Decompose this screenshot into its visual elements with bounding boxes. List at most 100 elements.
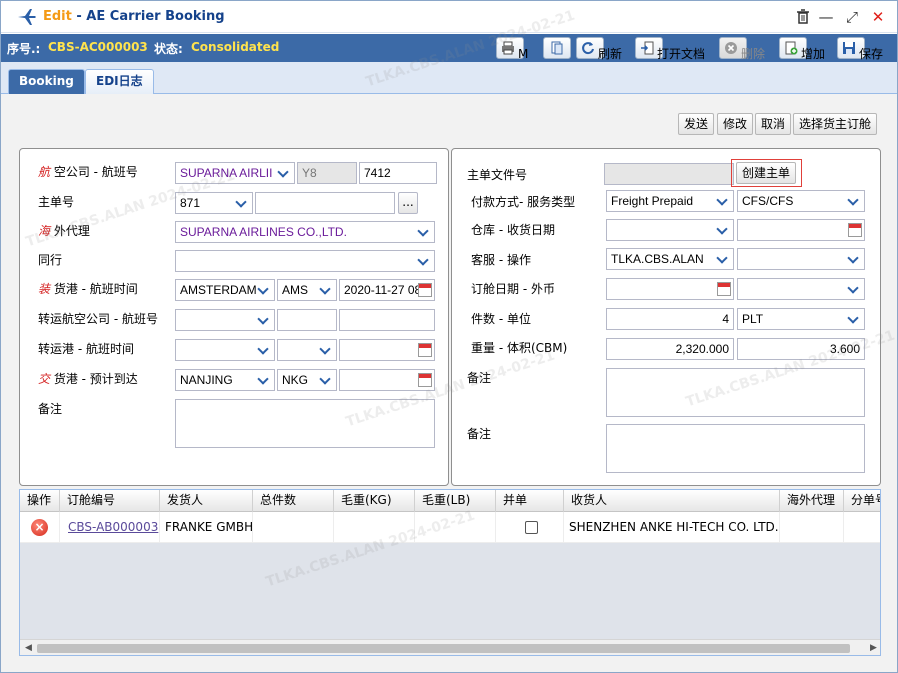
- peer-select[interactable]: [175, 250, 435, 272]
- pieces-input[interactable]: 4: [606, 308, 734, 330]
- table-row[interactable]: × CBS-AB000003 FRANKE GMBH SHENZHEN ANKE…: [20, 512, 880, 543]
- consolidate-checkbox[interactable]: [525, 521, 538, 534]
- booking-date-input[interactable]: [606, 278, 734, 300]
- chevron-down-icon[interactable]: [232, 193, 252, 213]
- modify-button[interactable]: 修改: [717, 113, 754, 135]
- transit-flight-number-input[interactable]: [339, 309, 435, 331]
- chevron-down-icon[interactable]: [254, 310, 274, 330]
- warehouse-select[interactable]: [606, 219, 734, 241]
- save-button[interactable]: 保存: [837, 37, 883, 61]
- refresh-button[interactable]: 刷新: [576, 37, 622, 61]
- close-button[interactable]: ✕: [869, 8, 887, 26]
- payment-select[interactable]: Freight Prepaid: [606, 190, 734, 212]
- volume-input[interactable]: 3.600: [737, 338, 865, 360]
- chevron-down-icon[interactable]: [254, 340, 274, 360]
- chevron-down-icon[interactable]: [316, 370, 336, 390]
- scroll-right-arrow[interactable]: ▶: [865, 640, 880, 655]
- chevron-down-icon[interactable]: [713, 191, 733, 211]
- calendar-icon[interactable]: [418, 343, 432, 357]
- tab-booking[interactable]: Booking: [8, 69, 85, 94]
- horizontal-scrollbar[interactable]: ◀ ▶: [20, 639, 880, 655]
- overseas-agent-select[interactable]: SUPARNA AIRLINES CO.,LTD.: [175, 221, 435, 243]
- airline-select[interactable]: SUPARNA AIRLII: [175, 162, 295, 184]
- chevron-down-icon[interactable]: [414, 251, 434, 271]
- send-button[interactable]: 发送: [678, 113, 715, 135]
- shipment-info-panel: 主单文件号 创建主单 付款方式- 服务类型 Freight Prepaid CF…: [451, 148, 881, 486]
- chevron-down-icon[interactable]: [713, 220, 733, 240]
- column-header[interactable]: 并单: [496, 490, 564, 512]
- remark2-textarea[interactable]: [606, 424, 865, 473]
- column-header[interactable]: 发货人: [160, 490, 253, 512]
- destination-port-code-select[interactable]: NKG: [277, 369, 337, 391]
- calendar-icon[interactable]: [418, 283, 432, 297]
- minimize-button[interactable]: —: [817, 8, 835, 26]
- select-booking-button[interactable]: 选择货主订舱: [793, 113, 878, 135]
- browse-button[interactable]: ...: [398, 192, 418, 214]
- grid-header: 操作 订舱编号 发货人 总件数 毛重(KG) 毛重(LB) 并单 收货人 海外代…: [20, 490, 880, 512]
- unit-select[interactable]: PLT: [737, 308, 865, 330]
- maximize-button[interactable]: ⤢: [843, 8, 861, 26]
- tab-edi-log[interactable]: EDI日志: [85, 69, 154, 94]
- print-button[interactable]: M: [496, 37, 528, 61]
- loading-port-select[interactable]: AMSTERDAM: [175, 279, 275, 301]
- transit-port-code-select[interactable]: [277, 339, 337, 361]
- calendar-icon[interactable]: [418, 373, 432, 387]
- column-header[interactable]: 总件数: [253, 490, 334, 512]
- chevron-down-icon[interactable]: [844, 191, 864, 211]
- flight-number-input[interactable]: 7412: [359, 162, 437, 184]
- transit-port-select[interactable]: [175, 339, 275, 361]
- column-header[interactable]: 毛重(LB): [415, 490, 496, 512]
- copy-button[interactable]: [543, 37, 571, 59]
- column-header[interactable]: 毛重(KG): [334, 490, 415, 512]
- remark-textarea[interactable]: [175, 399, 435, 448]
- cancel-button[interactable]: 取消: [755, 113, 792, 135]
- scroll-left-arrow[interactable]: ◀: [20, 640, 37, 655]
- chevron-down-icon[interactable]: [844, 279, 864, 299]
- column-header[interactable]: 海外代理: [780, 490, 844, 512]
- chevron-down-icon[interactable]: [414, 222, 434, 242]
- booking-content: 发送 修改 取消 选择货主订舱 航 空公司 - 航班号 SUPARNA AIRL…: [1, 94, 897, 672]
- mawb-prefix-select[interactable]: 871: [175, 192, 253, 214]
- chevron-down-icon[interactable]: [844, 309, 864, 329]
- transit-airline-code-input[interactable]: [277, 309, 337, 331]
- destination-port-select[interactable]: NANJING: [175, 369, 275, 391]
- column-header[interactable]: 收货人: [564, 490, 780, 512]
- column-header[interactable]: 订舱编号: [60, 490, 160, 512]
- chevron-down-icon[interactable]: [316, 280, 336, 300]
- delete-row-icon[interactable]: ×: [31, 519, 48, 536]
- currency-select[interactable]: [737, 278, 865, 300]
- operator-select[interactable]: [737, 248, 865, 270]
- column-header[interactable]: 分单号: [844, 490, 880, 512]
- add-button[interactable]: 增加: [779, 37, 825, 61]
- transit-airline-select[interactable]: [175, 309, 275, 331]
- trash-icon[interactable]: [794, 8, 812, 26]
- flight-time-input[interactable]: 2020-11-27 08:: [339, 279, 435, 301]
- scrollbar-thumb[interactable]: [37, 644, 850, 653]
- booking-number-link[interactable]: CBS-AB000003: [60, 512, 160, 543]
- destination-port-label-text: 货港 - 预计到达: [50, 372, 138, 386]
- chevron-down-icon[interactable]: [844, 249, 864, 269]
- remark1-textarea[interactable]: [606, 368, 865, 417]
- loading-port-code-select[interactable]: AMS: [277, 279, 337, 301]
- chevron-down-icon[interactable]: [713, 249, 733, 269]
- chevron-down-icon[interactable]: [316, 340, 336, 360]
- mawb-number-input[interactable]: [255, 192, 395, 214]
- transit-time-input[interactable]: [339, 339, 435, 361]
- chevron-down-icon[interactable]: [254, 280, 274, 300]
- calendar-icon[interactable]: [848, 223, 862, 237]
- remark2-label: 备注: [467, 427, 492, 441]
- create-master-button[interactable]: 创建主单: [736, 162, 797, 184]
- chevron-down-icon[interactable]: [274, 163, 294, 183]
- receipt-date-input[interactable]: [737, 219, 865, 241]
- open-document-button[interactable]: 打开文档: [635, 37, 705, 61]
- column-header[interactable]: 操作: [20, 490, 60, 512]
- loading-port-prefix: 装: [38, 282, 51, 296]
- calendar-icon[interactable]: [717, 282, 731, 296]
- weight-input[interactable]: 2,320.000: [606, 338, 734, 360]
- delete-button[interactable]: 删除: [719, 37, 765, 61]
- customer-service-select[interactable]: TLKA.CBS.ALAN: [606, 248, 734, 270]
- eta-input[interactable]: [339, 369, 435, 391]
- consignee-cell: SHENZHEN ANKE HI-TECH CO. LTD.: [564, 512, 780, 543]
- chevron-down-icon[interactable]: [254, 370, 274, 390]
- service-type-select[interactable]: CFS/CFS: [737, 190, 865, 212]
